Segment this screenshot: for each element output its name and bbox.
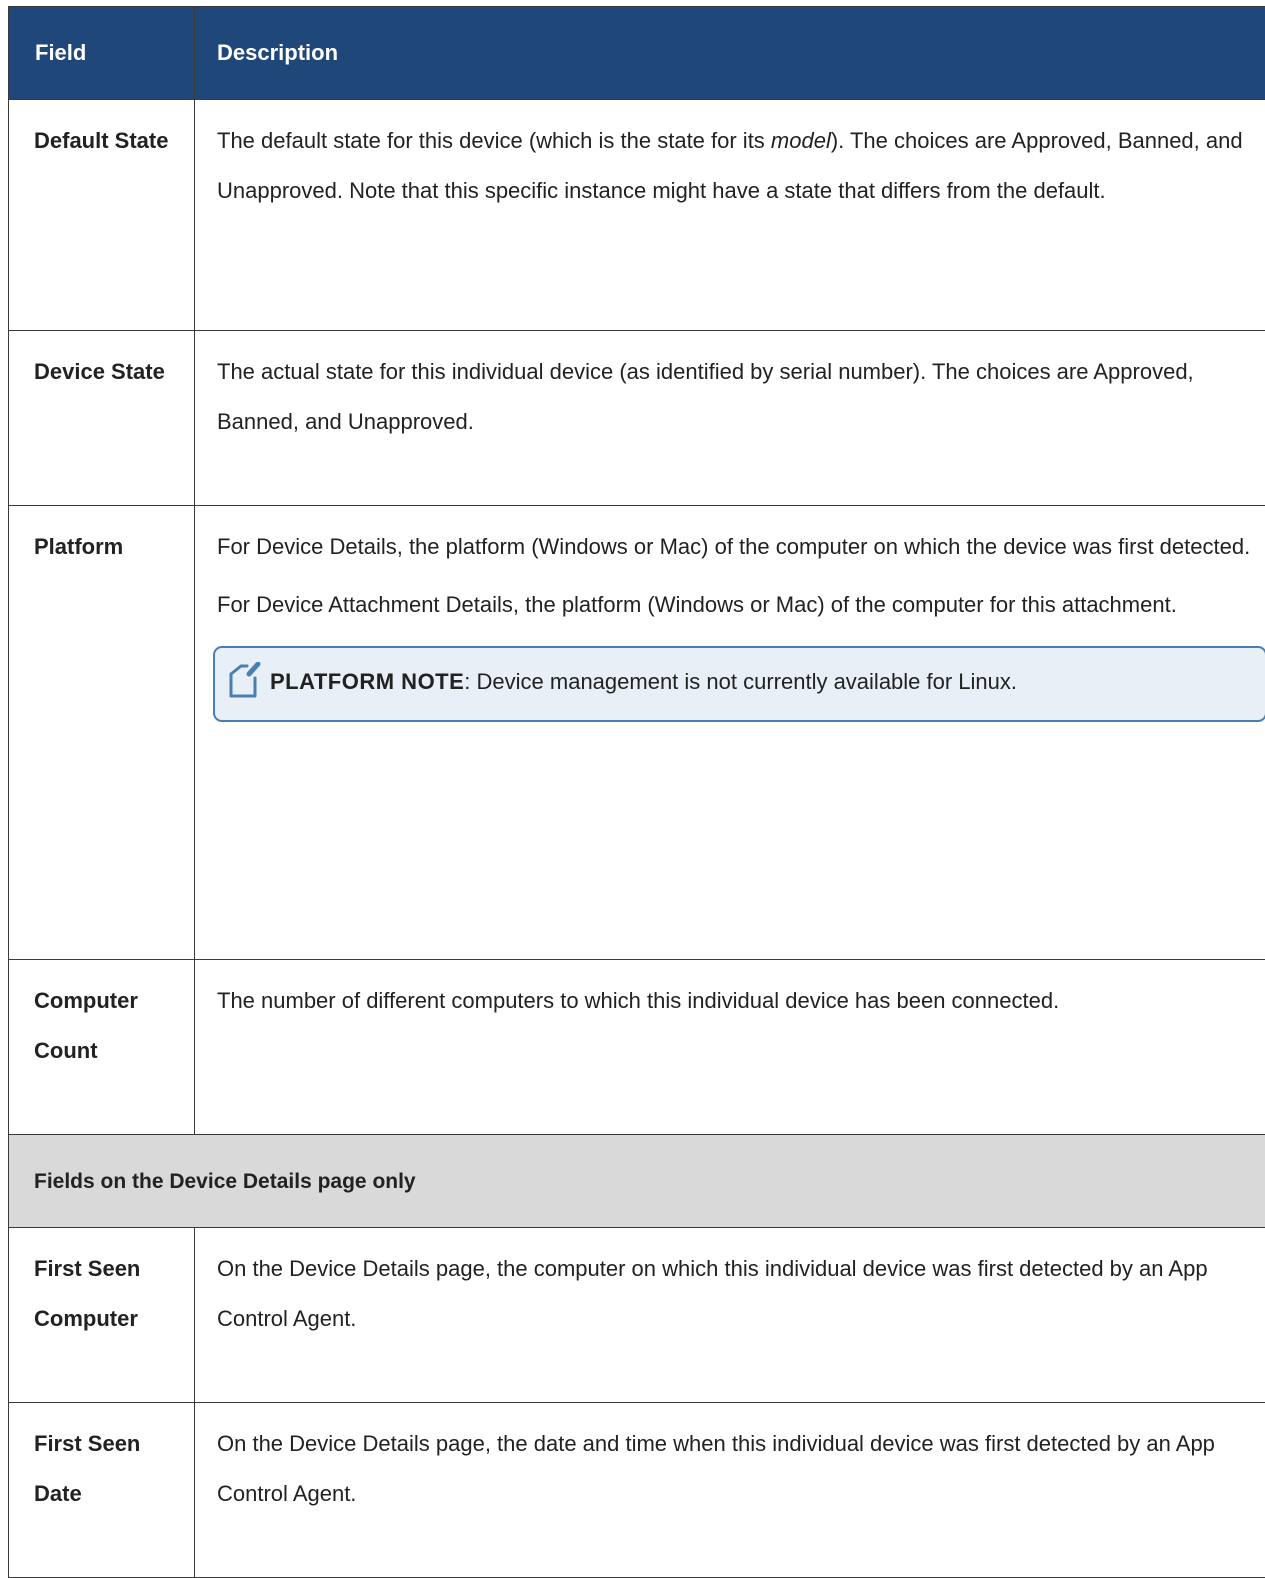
description-text: The actual state for this individual dev… — [217, 347, 1255, 447]
field-name: Computer Count — [9, 960, 195, 1135]
field-name: First Seen Date — [9, 1403, 195, 1578]
table-row: Computer Count The number of different c… — [9, 960, 1265, 1135]
field-description-table: Field Description Default State The defa… — [8, 6, 1265, 1578]
table-row: Platform For Device Details, the platfor… — [9, 506, 1265, 960]
field-description: The actual state for this individual dev… — [195, 331, 1265, 506]
field-name: Platform — [9, 506, 195, 960]
note-pencil-icon — [227, 662, 261, 698]
field-name: Default State — [9, 100, 195, 331]
description-text: On the Device Details page, the date and… — [217, 1419, 1255, 1519]
description-text: For Device Attachment Details, the platf… — [217, 580, 1255, 630]
table-row: First Seen Date On the Device Details pa… — [9, 1403, 1265, 1578]
table-row: First Seen Computer On the Device Detail… — [9, 1228, 1265, 1403]
field-description: The default state for this device (which… — [195, 100, 1265, 331]
description-text: The default state for this device (which… — [217, 128, 771, 153]
description-column-header: Description — [195, 7, 1265, 100]
field-description: For Device Details, the platform (Window… — [195, 506, 1265, 960]
table-row: Default State The default state for this… — [9, 100, 1265, 331]
section-title: Fields on the Device Details page only — [9, 1135, 1265, 1228]
note-label: PLATFORM NOTE — [270, 669, 464, 694]
field-column-header: Field — [9, 7, 195, 100]
platform-note-callout: PLATFORM NOTE: Device management is not … — [213, 646, 1265, 722]
description-text: The number of different computers to whi… — [217, 976, 1255, 1026]
field-description: On the Device Details page, the date and… — [195, 1403, 1265, 1578]
description-text: For Device Details, the platform (Window… — [217, 522, 1255, 572]
table-header-row: Field Description — [9, 7, 1265, 100]
field-name: Device State — [9, 331, 195, 506]
description-text: On the Device Details page, the computer… — [217, 1244, 1255, 1344]
field-description: On the Device Details page, the computer… — [195, 1228, 1265, 1403]
note-text: : Device management is not currently ava… — [464, 669, 1017, 694]
table-row: Device State The actual state for this i… — [9, 331, 1265, 506]
description-emphasis: model — [771, 128, 831, 153]
field-name: First Seen Computer — [9, 1228, 195, 1403]
section-header-row: Fields on the Device Details page only — [9, 1135, 1265, 1228]
field-description: The number of different computers to whi… — [195, 960, 1265, 1135]
